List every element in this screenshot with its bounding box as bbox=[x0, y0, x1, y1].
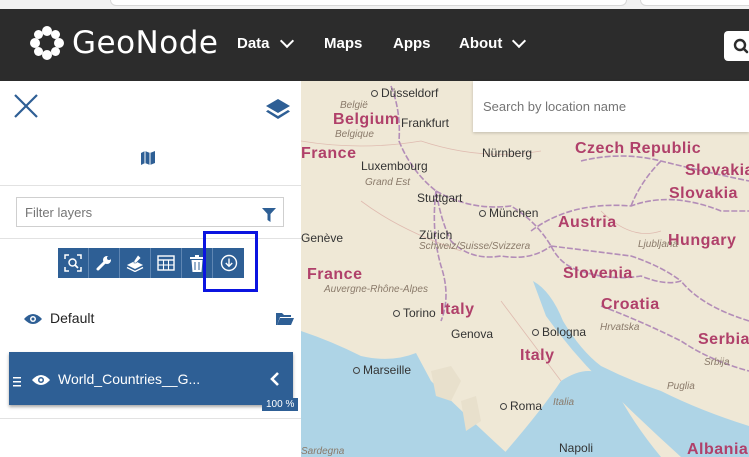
close-panel-button[interactable] bbox=[13, 93, 39, 119]
trash-icon bbox=[190, 254, 204, 272]
region-label: Ljubljana bbox=[638, 239, 679, 250]
city-label: Marseille bbox=[353, 363, 411, 377]
divider bbox=[0, 238, 301, 239]
nav-apps[interactable]: Apps bbox=[393, 35, 431, 52]
top-navbar: GeoNode Data Maps Apps About bbox=[0, 9, 749, 81]
download-layer-button[interactable] bbox=[213, 248, 244, 278]
close-icon bbox=[14, 94, 38, 118]
country-label: Slovakia bbox=[685, 162, 749, 179]
address-bar[interactable] bbox=[110, 0, 627, 6]
layer-settings-button[interactable] bbox=[89, 248, 120, 278]
layer-item[interactable]: World_Countries__G... bbox=[9, 352, 293, 405]
region-label: Belgique bbox=[335, 129, 374, 140]
zoom-to-layer-icon bbox=[64, 254, 82, 272]
layers-panel: Default World_Countries__G... bbox=[0, 81, 301, 457]
region-label: Sardegna bbox=[301, 446, 345, 457]
table-icon bbox=[157, 255, 175, 271]
geonode-flower-icon bbox=[30, 26, 64, 60]
eye-icon[interactable] bbox=[24, 312, 42, 330]
layer-toolbar bbox=[58, 248, 244, 278]
city-label: München bbox=[479, 206, 538, 220]
region-label: Hrvatska bbox=[600, 322, 640, 333]
city-label: Frankfurt bbox=[401, 116, 450, 130]
country-label: France bbox=[307, 266, 363, 283]
chevron-down-icon bbox=[512, 33, 527, 49]
city-label: Nürnberg bbox=[482, 146, 533, 160]
nav-apps-label: Apps bbox=[393, 35, 431, 52]
city-label: Roma bbox=[500, 399, 542, 413]
map-icon bbox=[141, 151, 155, 165]
funnel-icon bbox=[262, 208, 276, 222]
city-label: Bologna bbox=[532, 325, 586, 339]
layer-label: World_Countries__G... bbox=[58, 371, 201, 387]
region-label: Italia bbox=[553, 397, 575, 408]
style-layer-button[interactable] bbox=[120, 248, 151, 278]
folder-open-icon[interactable] bbox=[276, 312, 294, 331]
drag-handle-icon[interactable] bbox=[13, 374, 21, 387]
eye-icon[interactable] bbox=[32, 373, 50, 391]
map-view-button[interactable] bbox=[140, 151, 156, 165]
country-label: Hungary bbox=[668, 232, 737, 249]
location-search-box[interactable] bbox=[473, 81, 749, 132]
city-label: Stuttgart bbox=[417, 191, 463, 205]
country-label: Slovakia bbox=[669, 185, 738, 202]
search-icon bbox=[733, 38, 749, 54]
brand-logo[interactable]: GeoNode bbox=[28, 23, 218, 63]
city-label: Düsseldorf bbox=[371, 86, 438, 100]
nav-maps-label: Maps bbox=[324, 35, 363, 52]
nav-search-button[interactable] bbox=[724, 31, 749, 61]
country-label: France bbox=[301, 145, 357, 162]
region-label: Srbija bbox=[704, 357, 730, 368]
divider bbox=[0, 418, 301, 419]
chevron-left-icon[interactable] bbox=[269, 372, 281, 391]
opacity-badge: 100 % bbox=[262, 398, 299, 411]
delete-layer-button[interactable] bbox=[182, 248, 213, 278]
nav-data-label: Data bbox=[237, 35, 270, 52]
nav-about-label: About bbox=[459, 35, 503, 52]
city-label: Genève bbox=[301, 231, 344, 245]
region-label: Schweiz/Suisse/Svizzera bbox=[419, 241, 531, 252]
country-label: Italy bbox=[440, 301, 475, 318]
layers-button[interactable] bbox=[264, 95, 292, 123]
zoom-to-layer-button[interactable] bbox=[58, 248, 89, 278]
country-label: Belgium bbox=[333, 111, 400, 128]
country-label: Slovenia bbox=[563, 265, 633, 282]
group-label: Default bbox=[50, 310, 95, 326]
country-label: Austria bbox=[558, 214, 617, 231]
region-label: Auvergne-Rhône-Alpes bbox=[324, 284, 428, 295]
city-label: Zürich bbox=[419, 228, 453, 242]
city-label: Luxembourg bbox=[361, 159, 428, 173]
city-label: Genova bbox=[451, 327, 494, 341]
attribute-table-button[interactable] bbox=[151, 248, 182, 278]
country-label: Serbia bbox=[698, 331, 749, 348]
divider bbox=[0, 185, 301, 186]
region-label: België bbox=[340, 100, 368, 111]
nav-data[interactable]: Data bbox=[237, 33, 294, 52]
layers-icon bbox=[266, 99, 290, 119]
browser-control[interactable] bbox=[640, 0, 749, 6]
country-label: Croatia bbox=[601, 296, 660, 313]
country-label: Albania bbox=[687, 441, 749, 457]
region-label: Grand Est bbox=[365, 177, 411, 188]
map-canvas[interactable]: Belgium België Belgique France France Au… bbox=[301, 81, 749, 457]
city-label: Torino bbox=[393, 306, 436, 320]
region-label: Puglia bbox=[667, 381, 695, 392]
brand-name: GeoNode bbox=[72, 25, 219, 61]
location-search-input[interactable] bbox=[481, 98, 745, 115]
wrench-icon bbox=[96, 256, 111, 271]
nav-about[interactable]: About bbox=[459, 33, 527, 52]
country-label: Czech Republic bbox=[575, 140, 702, 157]
layer-group-row[interactable]: Default bbox=[0, 303, 301, 333]
filter-icon[interactable] bbox=[262, 208, 276, 222]
browser-top-strip bbox=[0, 0, 749, 9]
style-brush-icon bbox=[126, 254, 144, 272]
country-label: Italy bbox=[520, 347, 555, 364]
nav-maps[interactable]: Maps bbox=[324, 35, 362, 52]
city-label: Napoli bbox=[559, 441, 594, 455]
filter-layers-input[interactable] bbox=[16, 197, 284, 227]
download-icon bbox=[220, 254, 237, 272]
chevron-down-icon bbox=[279, 33, 294, 49]
